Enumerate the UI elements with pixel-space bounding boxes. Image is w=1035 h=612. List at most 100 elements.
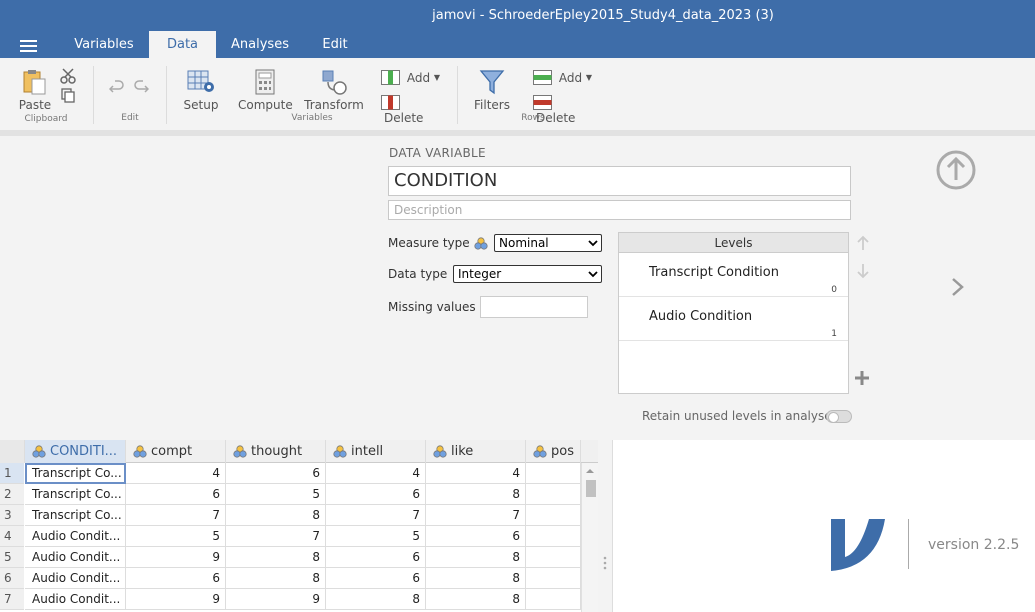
row-number[interactable]: 1	[0, 463, 24, 484]
nominal-measure-icon	[533, 445, 547, 458]
column-header-pos[interactable]: pos	[526, 440, 581, 463]
table-cell[interactable]: 9	[126, 589, 226, 610]
column-header-compt[interactable]: compt	[126, 440, 226, 463]
pane-splitter[interactable]	[598, 440, 612, 612]
table-cell[interactable]: 4	[126, 463, 226, 484]
level-name[interactable]: Audio Condition	[649, 309, 752, 324]
rows-group-label: Rows	[521, 113, 545, 123]
column-header-like[interactable]: like	[426, 440, 526, 463]
nominal-measure-icon	[333, 445, 347, 458]
redo-icon[interactable]	[133, 80, 149, 96]
filters-button[interactable]: Filters	[472, 68, 512, 112]
vertical-scrollbar[interactable]	[581, 463, 598, 612]
ribbon-separator	[457, 66, 458, 124]
add-level-icon[interactable]	[854, 370, 870, 386]
table-cell[interactable]: 8	[326, 589, 426, 610]
move-level-up-icon[interactable]	[855, 235, 871, 251]
table-cell[interactable]: 8	[226, 547, 326, 568]
table-cell[interactable]: Transcript Co...	[25, 463, 126, 484]
table-cell[interactable]: 9	[226, 589, 326, 610]
table-cell[interactable]: 6	[326, 484, 426, 505]
row-number[interactable]: 7	[0, 589, 24, 610]
table-cell[interactable]	[526, 463, 581, 484]
table-cell[interactable]: 7	[426, 505, 526, 526]
table-cell[interactable]: 4	[426, 463, 526, 484]
table-cell[interactable]: Transcript Co...	[25, 484, 126, 505]
table-cell[interactable]: 8	[426, 484, 526, 505]
window-title: jamovi - SchroederEpley2015_Study4_data_…	[432, 8, 774, 23]
variable-description-input[interactable]: Description	[388, 200, 851, 220]
setup-button[interactable]: Setup	[181, 68, 221, 112]
column-header-thought[interactable]: thought	[226, 440, 326, 463]
table-cell[interactable]: Audio Condit...	[25, 526, 126, 547]
table-cell[interactable]: 7	[226, 526, 326, 547]
collapse-editor-up-icon[interactable]	[935, 149, 977, 191]
measure-type-select[interactable]: Nominal	[494, 234, 602, 252]
row-number[interactable]: 4	[0, 526, 24, 547]
row-number[interactable]: 2	[0, 484, 24, 505]
next-variable-chevron-icon[interactable]	[950, 276, 966, 298]
row-number[interactable]: 6	[0, 568, 24, 589]
table-cell[interactable]: 7	[326, 505, 426, 526]
menu-icon[interactable]	[20, 40, 37, 52]
level-item[interactable]: Audio Condition 1	[619, 297, 848, 341]
table-cell[interactable]: 6	[226, 463, 326, 484]
chevron-down-icon	[588, 240, 598, 247]
table-cell[interactable]	[526, 568, 581, 589]
table-cell[interactable]: 5	[326, 526, 426, 547]
delete-variable-button[interactable]: Delete	[381, 95, 445, 125]
table-cell[interactable]	[526, 505, 581, 526]
undo-icon[interactable]	[109, 80, 125, 96]
table-cell[interactable]: 5	[126, 526, 226, 547]
add-variable-button[interactable]: Add ▼	[381, 70, 441, 85]
level-item[interactable]: Transcript Condition 0	[619, 253, 848, 297]
level-name[interactable]: Transcript Condition	[649, 265, 779, 280]
add-row-button[interactable]: Add ▼	[533, 70, 593, 85]
compute-button[interactable]: Compute	[238, 68, 293, 112]
scroll-up-arrow-icon[interactable]	[585, 467, 595, 474]
transform-button[interactable]: Transform	[304, 68, 364, 112]
table-cell[interactable]	[526, 526, 581, 547]
missing-values-input[interactable]	[480, 296, 588, 318]
table-cell[interactable]	[526, 547, 581, 568]
data-type-select[interactable]: Integer	[453, 265, 602, 283]
table-cell[interactable]: 9	[126, 547, 226, 568]
table-cell[interactable]: 5	[226, 484, 326, 505]
tab-edit[interactable]: Edit	[306, 31, 364, 58]
table-cell[interactable]: 6	[426, 526, 526, 547]
table-cell[interactable]: Audio Condit...	[25, 568, 126, 589]
data-spreadsheet[interactable]: CONDITI... compt thought intell like pos…	[0, 440, 598, 612]
copy-icon[interactable]	[61, 88, 75, 103]
table-cell[interactable]: 6	[326, 568, 426, 589]
table-cell[interactable]: 8	[226, 505, 326, 526]
table-cell[interactable]	[526, 589, 581, 610]
variable-name-input[interactable]: CONDITION	[388, 166, 851, 196]
table-cell[interactable]: 6	[126, 484, 226, 505]
table-cell[interactable]: 8	[426, 547, 526, 568]
table-cell[interactable]: Audio Condit...	[25, 589, 126, 610]
table-cell[interactable]: Transcript Co...	[25, 505, 126, 526]
cut-icon[interactable]	[60, 68, 76, 84]
retain-unused-levels-toggle[interactable]	[826, 410, 852, 423]
move-level-down-icon[interactable]	[855, 263, 871, 279]
column-header-condition[interactable]: CONDITI...	[25, 440, 126, 463]
scrollbar-thumb[interactable]	[586, 480, 596, 497]
column-header-intell[interactable]: intell	[326, 440, 426, 463]
table-cell[interactable]: 8	[226, 568, 326, 589]
tab-data[interactable]: Data	[149, 31, 216, 58]
table-cell[interactable]: Audio Condit...	[25, 547, 126, 568]
tab-analyses[interactable]: Analyses	[222, 31, 298, 58]
tab-variables[interactable]: Variables	[64, 31, 144, 58]
table-cell[interactable]: 6	[126, 568, 226, 589]
retain-unused-levels-label: Retain unused levels in analyses	[642, 409, 838, 423]
paste-button[interactable]: Paste	[14, 68, 56, 112]
table-cell[interactable]	[526, 484, 581, 505]
row-number[interactable]: 5	[0, 547, 24, 568]
table-cell[interactable]: 6	[326, 547, 426, 568]
table-cell[interactable]: 4	[326, 463, 426, 484]
table-cell[interactable]: 7	[126, 505, 226, 526]
corner-cell[interactable]	[0, 440, 25, 463]
table-cell[interactable]: 8	[426, 589, 526, 610]
table-cell[interactable]: 8	[426, 568, 526, 589]
row-number[interactable]: 3	[0, 505, 24, 526]
